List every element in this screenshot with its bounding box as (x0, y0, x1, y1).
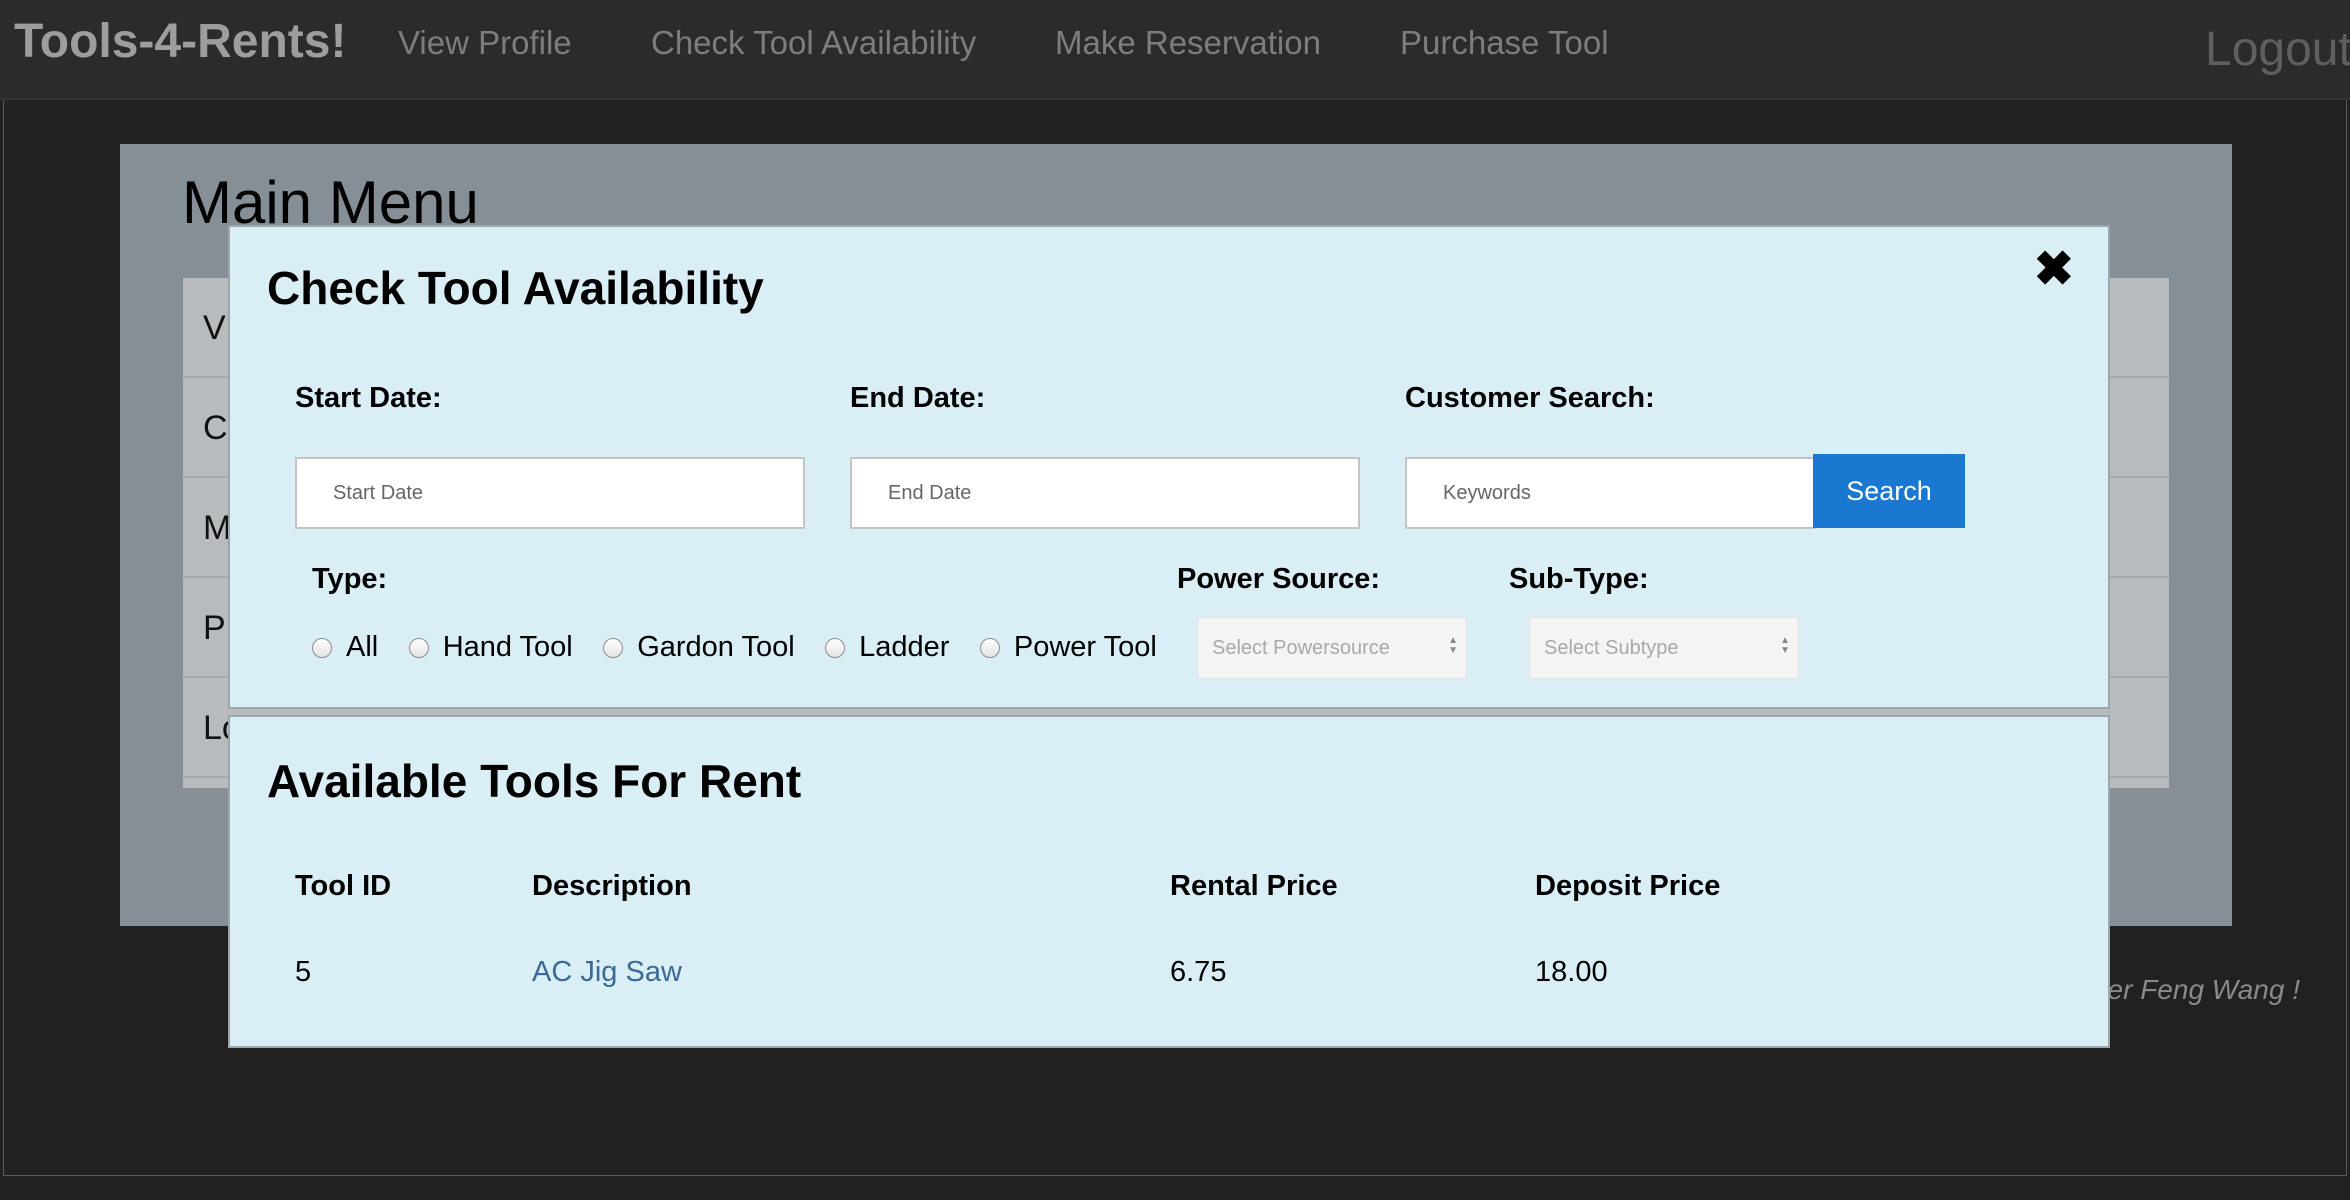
nav-view-profile[interactable]: View Profile (398, 24, 572, 62)
top-navbar: Tools-4-Rents! View Profile Check Tool A… (0, 0, 2350, 100)
select-arrows-icon: ▲ ▼ (1448, 635, 1458, 656)
results-title: Available Tools For Rent (267, 755, 802, 807)
type-label: Type: (312, 563, 388, 595)
cell-deposit-price: 18.00 (1535, 956, 1608, 988)
radio-power-tool[interactable] (979, 637, 1000, 658)
start-date-input[interactable] (295, 457, 805, 529)
radio-hand-tool[interactable] (408, 637, 429, 658)
sub-type-select[interactable]: Select Subtype ▲ ▼ (1529, 617, 1799, 679)
nav-purchase-tool[interactable]: Purchase Tool (1400, 24, 1609, 62)
brand-logo[interactable]: Tools-4-Rents! (14, 14, 346, 69)
welcome-note: er Feng Wang ! (2107, 974, 2300, 1005)
radio-option-power-tool[interactable]: Power Tool (979, 631, 1157, 664)
sub-type-label: Sub-Type: (1509, 563, 1649, 595)
available-tools-panel: Available Tools For Rent Tool ID Descrip… (228, 715, 2110, 1048)
select-arrows-icon: ▲ ▼ (1780, 635, 1790, 656)
radio-garden-tool[interactable] (603, 637, 624, 658)
column-header-rental-price: Rental Price (1170, 870, 1338, 902)
cell-tool-id: 5 (295, 956, 312, 988)
radio-all[interactable] (312, 637, 332, 658)
logout-link[interactable]: Logout (2205, 22, 2350, 77)
nav-make-reservation[interactable]: Make Reservation (1055, 24, 1321, 62)
radio-option-garden-tool[interactable]: Gardon Tool (603, 631, 795, 664)
radio-option-ladder[interactable]: Ladder (825, 631, 949, 664)
tool-description-link[interactable]: AC Jig Saw (532, 956, 682, 989)
radio-ladder[interactable] (825, 637, 846, 658)
power-source-label: Power Source: (1177, 563, 1381, 595)
customer-search-input[interactable] (1405, 457, 1815, 529)
column-header-description: Description (532, 870, 692, 902)
column-header-tool-id: Tool ID (295, 870, 392, 902)
radio-option-all[interactable]: All (312, 631, 378, 664)
cell-rental-price: 6.75 (1170, 956, 1227, 988)
modal-title: Check Tool Availability (267, 262, 764, 314)
check-availability-modal: Check Tool Availability ✖ Start Date: En… (228, 225, 2110, 709)
type-radio-group: All Hand Tool Gardon Tool Ladder Power T… (312, 631, 1183, 671)
power-source-select[interactable]: Select Powersource ▲ ▼ (1197, 617, 1467, 679)
end-date-input[interactable] (850, 457, 1360, 529)
nav-check-tool-availability[interactable]: Check Tool Availability (651, 24, 976, 62)
search-button[interactable]: Search (1813, 454, 1965, 528)
end-date-label: End Date: (850, 382, 986, 414)
column-header-deposit-price: Deposit Price (1535, 870, 1721, 902)
radio-option-hand-tool[interactable]: Hand Tool (408, 631, 573, 664)
close-icon[interactable]: ✖ (2034, 241, 2074, 297)
start-date-label: Start Date: (295, 382, 442, 414)
customer-search-label: Customer Search: (1405, 382, 1655, 414)
